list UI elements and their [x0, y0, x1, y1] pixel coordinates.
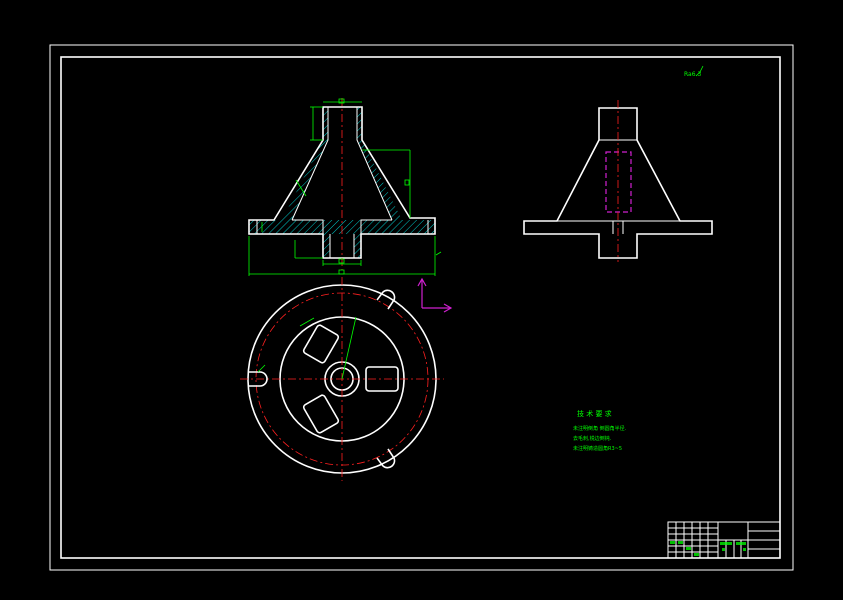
notes-heading: 技 术 要 求	[577, 409, 612, 418]
plan-view	[240, 277, 444, 481]
side-view: Ra6.3	[523, 65, 713, 262]
front-dimensions	[248, 98, 442, 276]
inner-border	[60, 56, 781, 559]
cad-drawing-canvas: Ra6.3 技 术 要 求 未注明倒角 倒圆角半径. 去毛刺,锐边倒钝. 未注明…	[49, 44, 794, 571]
front-section-view	[248, 98, 442, 276]
ucs-axis-icon	[417, 277, 453, 313]
technical-notes: 技 术 要 求 未注明倒角 倒圆角半径. 去毛刺,锐边倒钝. 未注明铸造圆角R3…	[573, 409, 627, 452]
roughness-note: Ra6.3	[684, 71, 701, 78]
notes-line-3: 未注明铸造圆角R3~5	[573, 445, 622, 452]
notes-line-2: 去毛刺,锐边倒钝.	[573, 435, 612, 442]
title-block	[667, 521, 781, 559]
notes-line-1: 未注明倒角 倒圆角半径.	[573, 425, 627, 432]
